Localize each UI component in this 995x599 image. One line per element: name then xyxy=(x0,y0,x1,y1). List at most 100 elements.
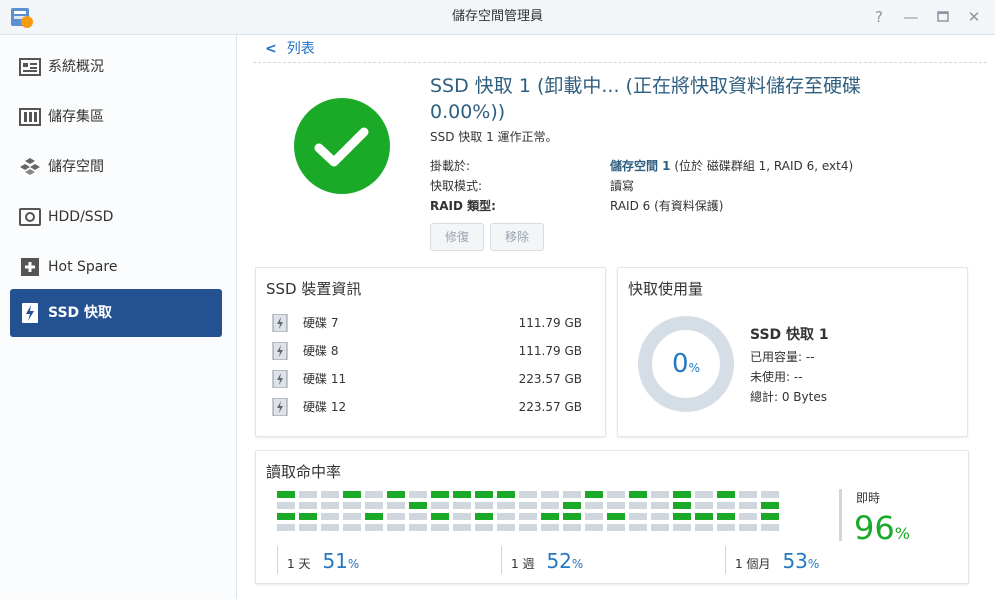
miss-cell xyxy=(299,491,317,498)
status-ok-icon xyxy=(294,98,390,194)
miss-cell xyxy=(277,502,295,509)
disk-size: 111.79 GB xyxy=(518,316,582,330)
sidebar-item-volume[interactable]: 儲存空間 xyxy=(10,143,222,191)
miss-cell xyxy=(497,513,515,520)
disk-name: 硬碟 11 xyxy=(303,372,347,386)
hit-cell xyxy=(673,513,691,520)
used-capacity: 已用容量: -- xyxy=(750,350,815,364)
divider xyxy=(501,546,502,574)
disk-name: 硬碟 7 xyxy=(303,316,339,330)
divider xyxy=(725,546,726,574)
miss-cell xyxy=(585,502,603,509)
miss-cell xyxy=(519,502,537,509)
page-title: SSD 快取 1 (卸載中... (正在將快取資料儲存至硬碟 0.00%)) xyxy=(430,75,861,123)
hit-cell xyxy=(365,513,383,520)
sidebar-item-hot-spare[interactable]: Hot Spare xyxy=(10,243,222,291)
miss-cell xyxy=(453,502,471,509)
detail-value-cache-mode: 讀寫 xyxy=(610,179,635,193)
disk-size: 223.57 GB xyxy=(518,372,582,386)
hit-cell xyxy=(673,502,691,509)
hit-cell xyxy=(299,513,317,520)
miss-cell xyxy=(761,491,779,498)
miss-cell xyxy=(717,524,735,531)
divider xyxy=(253,62,987,63)
disk-size: 223.57 GB xyxy=(518,400,582,414)
miss-cell xyxy=(563,491,581,498)
hit-cell xyxy=(761,513,779,520)
sidebar-item-hdd-ssd[interactable]: HDD/SSD xyxy=(10,193,222,241)
total-capacity: 總計: 0 Bytes xyxy=(750,390,827,404)
miss-cell xyxy=(497,502,515,509)
realtime-value: 96% xyxy=(854,509,910,547)
repair-button[interactable]: 修復 xyxy=(430,223,484,251)
hit-cell xyxy=(343,491,361,498)
ssd-icon xyxy=(272,314,288,332)
maximize-icon[interactable] xyxy=(934,8,952,26)
list-item: 硬碟 7 111.79 GB xyxy=(272,313,582,333)
hit-cell xyxy=(431,491,449,498)
remove-button[interactable]: 移除 xyxy=(490,223,544,251)
list-item: 硬碟 11 223.57 GB xyxy=(272,369,582,389)
miss-cell xyxy=(453,513,471,520)
chevron-left-icon: < xyxy=(265,41,277,57)
miss-cell xyxy=(607,524,625,531)
hit-cell xyxy=(475,491,493,498)
ssd-cache-icon xyxy=(22,303,38,323)
miss-cell xyxy=(739,524,757,531)
main-content: < 列表 SSD 快取 1 (卸載中... (正在將快取資料儲存至硬碟 0.00%… xyxy=(237,35,995,599)
back-label: 列表 xyxy=(286,41,315,57)
list-item: 硬碟 8 111.79 GB xyxy=(272,341,582,361)
detail-label: 快取模式: xyxy=(430,179,483,193)
miss-cell xyxy=(519,524,537,531)
miss-cell xyxy=(387,524,405,531)
list-item: 硬碟 12 223.57 GB xyxy=(272,397,582,417)
ssd-icon xyxy=(272,342,288,360)
miss-cell xyxy=(365,524,383,531)
hit-cell xyxy=(431,513,449,520)
miss-cell xyxy=(321,524,339,531)
disk-name: 硬碟 12 xyxy=(303,400,347,414)
miss-cell xyxy=(409,524,427,531)
miss-cell xyxy=(475,524,493,531)
hit-rate-week: 1 週 52% xyxy=(511,549,584,573)
minimize-icon[interactable]: — xyxy=(902,8,920,26)
sidebar-item-ssd-cache[interactable]: SSD 快取 xyxy=(10,289,222,337)
sidebar-item-label: HDD/SSD xyxy=(48,209,114,225)
miss-cell xyxy=(651,491,669,498)
miss-cell xyxy=(321,513,339,520)
hit-cell xyxy=(453,491,471,498)
miss-cell xyxy=(739,491,757,498)
miss-cell xyxy=(431,524,449,531)
hit-cell xyxy=(695,513,713,520)
sidebar-item-label: Hot Spare xyxy=(48,259,118,275)
panel-title: 快取使用量 xyxy=(628,280,704,298)
detail-value-raid-type: RAID 6 (有資料保護) xyxy=(610,199,724,213)
hit-cell xyxy=(277,513,295,520)
miss-cell xyxy=(541,524,559,531)
realtime-label: 即時 xyxy=(856,491,881,505)
help-icon[interactable]: ? xyxy=(870,8,888,26)
miss-cell xyxy=(519,491,537,498)
ssd-icon xyxy=(272,398,288,416)
overview-icon xyxy=(19,58,41,76)
miss-cell xyxy=(343,502,361,509)
miss-cell xyxy=(541,491,559,498)
miss-cell xyxy=(695,524,713,531)
sidebar-item-label: 系統概況 xyxy=(48,59,104,75)
miss-cell xyxy=(541,502,559,509)
hit-rate-day: 1 天 51% xyxy=(287,549,360,573)
sidebar-item-overview[interactable]: 系統概況 xyxy=(10,43,222,91)
sidebar-item-label: 儲存集區 xyxy=(48,109,104,125)
realtime-bar xyxy=(839,489,842,541)
back-to-list-link[interactable]: < 列表 xyxy=(265,39,315,59)
miss-cell xyxy=(563,524,581,531)
hit-cell xyxy=(717,513,735,520)
cache-name: SSD 快取 1 xyxy=(750,327,829,343)
close-icon[interactable]: ✕ xyxy=(965,8,983,26)
sidebar-item-storage-pool[interactable]: 儲存集區 xyxy=(10,93,222,141)
miss-cell xyxy=(343,513,361,520)
hit-cell xyxy=(409,502,427,509)
miss-cell xyxy=(277,524,295,531)
miss-cell xyxy=(651,513,669,520)
storage-pool-icon xyxy=(19,108,41,126)
